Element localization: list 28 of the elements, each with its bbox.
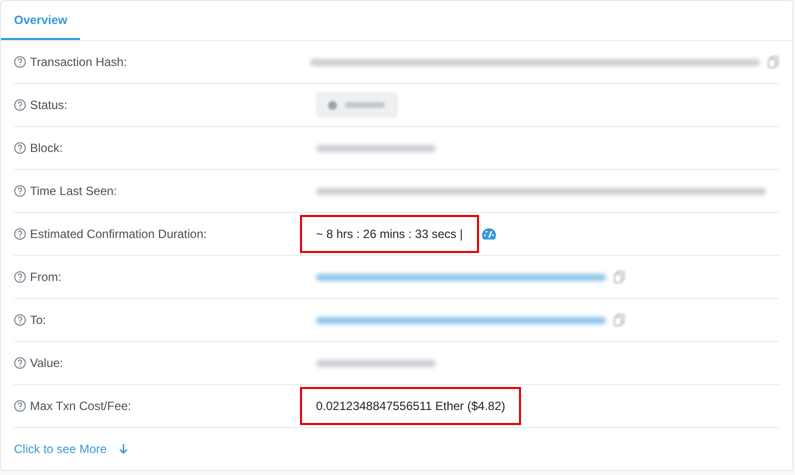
field-label: Time Last Seen:	[30, 183, 117, 200]
copy-icon[interactable]	[614, 314, 625, 326]
field-label: Max Txn Cost/Fee:	[30, 398, 132, 415]
field-label: Transaction Hash:	[30, 54, 127, 71]
field-label: Value:	[30, 355, 64, 372]
field-label: Block:	[30, 140, 63, 157]
help-icon	[14, 142, 26, 154]
help-icon	[14, 357, 26, 369]
see-more-link[interactable]: Click to see More	[14, 440, 128, 458]
help-icon	[14, 185, 26, 197]
gauge-icon	[480, 228, 497, 240]
help-icon	[14, 56, 26, 68]
copy-icon[interactable]	[614, 271, 625, 283]
overview-tab[interactable]: Overview	[1, 1, 80, 40]
field-label: Status:	[30, 97, 68, 114]
copy-icon[interactable]	[768, 56, 779, 68]
down-arrow-icon	[118, 444, 128, 454]
field-label: Estimated Confirmation Duration:	[30, 226, 207, 243]
field-label: To:	[30, 312, 46, 329]
help-icon	[14, 99, 26, 111]
field-label: From:	[30, 269, 62, 286]
help-icon	[14, 228, 26, 240]
help-icon	[14, 314, 26, 326]
duration-value: ~ 8 hrs : 26 mins : 33 secs |	[302, 217, 477, 251]
help-icon	[14, 400, 26, 412]
help-icon	[14, 271, 26, 283]
fee-value: 0.0212348847556511 Ether ($4.82)	[302, 389, 520, 423]
see-more-text: Click to see More	[14, 441, 107, 458]
